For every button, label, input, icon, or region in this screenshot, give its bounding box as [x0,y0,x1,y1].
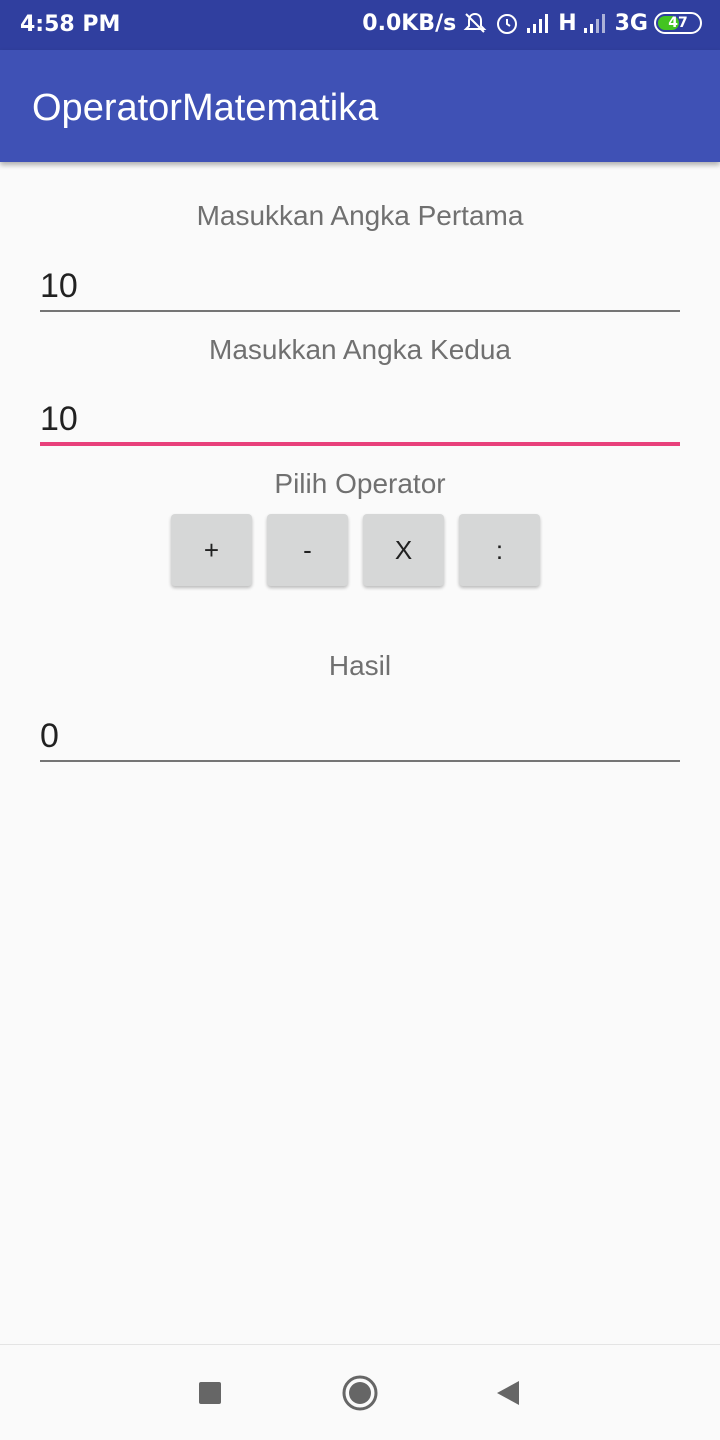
result-field[interactable] [40,698,680,762]
subtract-button[interactable]: - [267,514,348,586]
network-type-2: 3G [614,10,648,36]
second-number-label: Masukkan Angka Kedua [209,334,511,365]
battery-icon: 47 [654,12,702,34]
app-title: OperatorMatematika [32,87,379,129]
app-bar: OperatorMatematika [0,50,720,162]
signal-icon [526,12,552,34]
recents-icon[interactable] [190,1373,230,1413]
result-input[interactable] [40,698,680,760]
first-number-label: Masukkan Angka Pertama [196,200,524,231]
divide-button[interactable]: : [459,514,540,586]
first-number-field[interactable] [40,248,680,312]
operator-buttons: + - X : [171,514,540,586]
back-icon[interactable] [488,1373,528,1413]
net-speed: 0.0KB/s [362,10,457,36]
multiply-button[interactable]: X [363,514,444,586]
result-label: Hasil [328,650,392,681]
status-bar: 4:58 PM 0.0KB/s H 3G 47 [0,0,720,50]
status-time: 4:58 PM [20,12,121,37]
network-type-1: H [558,10,577,36]
alarm-icon [494,10,520,36]
signal-icon [583,12,609,34]
operator-label: Pilih Operator [274,468,446,499]
home-icon[interactable] [340,1373,380,1413]
battery-level: 47 [668,15,688,31]
navigation-bar [0,1344,720,1440]
second-number-field[interactable] [40,382,680,446]
second-number-input[interactable] [40,382,680,442]
first-number-input[interactable] [40,248,680,310]
add-button[interactable]: + [171,514,252,586]
status-icons: 0.0KB/s H 3G 47 [362,10,702,36]
mute-bell-icon [462,10,488,36]
